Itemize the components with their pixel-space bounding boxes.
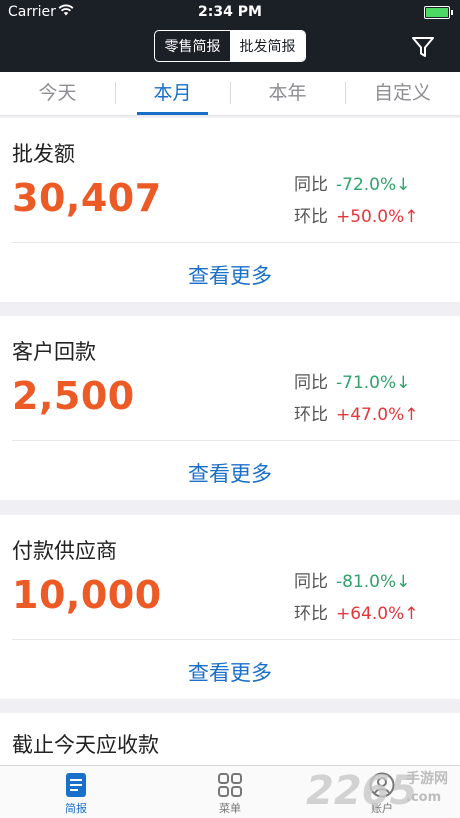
mom-value: +64.0%↑ bbox=[336, 604, 419, 624]
card-title: 批发额 bbox=[12, 142, 75, 166]
card-title: 截止今天应收款 bbox=[12, 733, 159, 757]
card-supplier-payment: 付款供应商 10,000 同比 -81.0%↓ 环比 +64.0%↑ 查看更多 bbox=[0, 515, 460, 699]
mom-row: 环比 +47.0%↑ bbox=[294, 400, 419, 425]
card-wholesale-amount: 批发额 30,407 同比 -72.0%↓ 环比 +50.0%↑ 查看更多 bbox=[0, 118, 460, 302]
watermark-domain: .com bbox=[406, 790, 442, 805]
view-more-button[interactable]: 查看更多 bbox=[0, 657, 460, 687]
yoy-label: 同比 bbox=[294, 572, 328, 592]
segment-wholesale-report[interactable]: 批发简报 bbox=[230, 31, 305, 61]
mom-label: 环比 bbox=[294, 604, 328, 624]
status-time: 2:34 PM bbox=[198, 4, 262, 20]
card-customer-payment: 客户回款 2,500 同比 -71.0%↓ 环比 +47.0%↑ 查看更多 bbox=[0, 316, 460, 500]
tab-today[interactable]: 今天 bbox=[0, 72, 115, 115]
tab-this-month[interactable]: 本月 bbox=[115, 72, 230, 115]
yoy-value: -81.0%↓ bbox=[336, 572, 411, 592]
yoy-row: 同比 -81.0%↓ bbox=[294, 567, 410, 592]
menu-grid-icon bbox=[218, 773, 242, 797]
tab-custom[interactable]: 自定义 bbox=[345, 72, 460, 115]
tabbar-label: 菜单 bbox=[219, 802, 241, 815]
divider bbox=[12, 242, 460, 243]
segment-retail-report[interactable]: 零售简报 bbox=[155, 31, 230, 61]
yoy-value: -72.0%↓ bbox=[336, 175, 411, 195]
tabbar-item-report[interactable]: 简报 bbox=[36, 766, 116, 816]
divider bbox=[12, 639, 460, 640]
battery-icon bbox=[424, 6, 453, 19]
card-value: 2,500 bbox=[12, 374, 135, 418]
watermark-site: 手游网 bbox=[406, 771, 448, 787]
report-icon bbox=[66, 773, 86, 797]
card-value: 30,407 bbox=[12, 176, 162, 220]
tab-this-year[interactable]: 本年 bbox=[230, 72, 345, 115]
card-title: 付款供应商 bbox=[12, 539, 117, 563]
yoy-label: 同比 bbox=[294, 373, 328, 393]
yoy-label: 同比 bbox=[294, 175, 328, 195]
watermark-number: 2265 bbox=[306, 768, 418, 814]
mom-value: +47.0%↑ bbox=[336, 405, 419, 425]
top-nav-bar: Carrier 2:34 PM 零售简报 批发简报 bbox=[0, 0, 460, 72]
yoy-value: -71.0%↓ bbox=[336, 373, 411, 393]
mom-row: 环比 +50.0%↑ bbox=[294, 202, 419, 227]
mom-row: 环比 +64.0%↑ bbox=[294, 599, 419, 624]
mom-label: 环比 bbox=[294, 405, 328, 425]
yoy-row: 同比 -71.0%↓ bbox=[294, 368, 410, 393]
mom-label: 环比 bbox=[294, 207, 328, 227]
view-more-button[interactable]: 查看更多 bbox=[0, 260, 460, 290]
card-title: 客户回款 bbox=[12, 340, 96, 364]
divider bbox=[12, 440, 460, 441]
card-value: 10,000 bbox=[12, 573, 162, 617]
mom-value: +50.0%↑ bbox=[336, 207, 419, 227]
yoy-row: 同比 -72.0%↓ bbox=[294, 170, 410, 195]
report-type-segmented-control: 零售简报 批发简报 bbox=[154, 30, 306, 62]
tabbar-label: 简报 bbox=[65, 802, 87, 815]
tabbar-item-menu[interactable]: 菜单 bbox=[190, 766, 270, 816]
status-bar: Carrier 2:34 PM bbox=[0, 0, 460, 24]
filter-icon[interactable] bbox=[410, 34, 436, 60]
site-watermark: 2265 手游网 .com bbox=[306, 762, 456, 818]
view-more-button[interactable]: 查看更多 bbox=[0, 458, 460, 488]
period-tabs: 今天 本月 本年 自定义 bbox=[0, 72, 460, 116]
